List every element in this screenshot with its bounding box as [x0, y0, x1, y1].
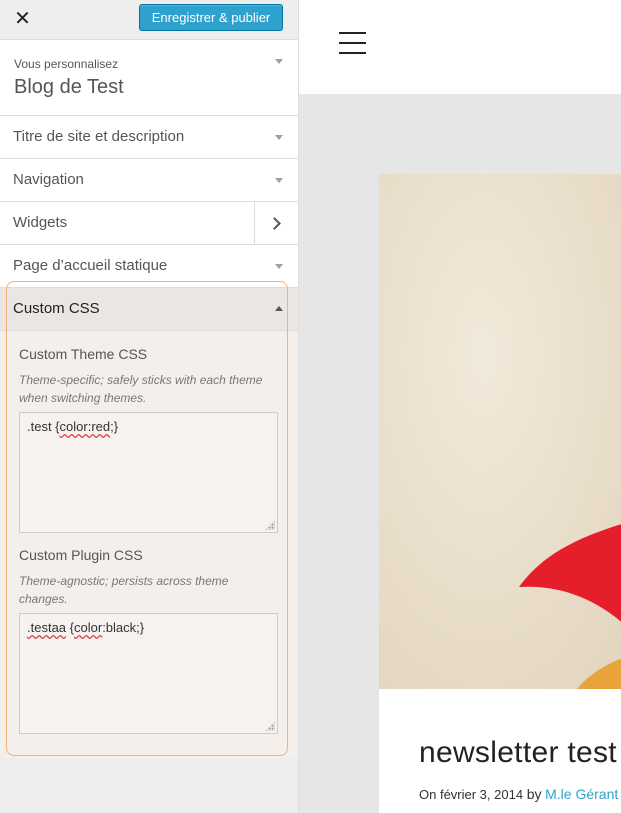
- theme-css-title: Custom Theme CSS: [19, 346, 148, 362]
- menu-icon[interactable]: [339, 32, 366, 56]
- close-icon[interactable]: ✕: [0, 0, 45, 36]
- site-preview: newsletter test On février 3, 2014 by M.…: [299, 0, 621, 813]
- chevron-up-icon: [275, 306, 283, 311]
- plugin-css-title: Custom Plugin CSS: [19, 547, 143, 563]
- post-card: newsletter test On février 3, 2014 by M.…: [379, 174, 621, 813]
- chevron-down-icon: [275, 264, 283, 269]
- save-publish-button[interactable]: Enregistrer & publier: [139, 4, 283, 31]
- widgets-open-button[interactable]: [254, 202, 298, 244]
- theme-css-text-end: ;}: [110, 419, 119, 434]
- featured-image: [379, 174, 621, 689]
- plugin-css-text-end: :black;}: [102, 620, 145, 635]
- plugin-css-text: {: [66, 620, 74, 635]
- resize-handle-icon[interactable]: [265, 721, 275, 731]
- site-info-panel[interactable]: Vous personnalisez Blog de Test: [0, 40, 298, 116]
- featured-image-art: [379, 174, 621, 689]
- spellcheck-underlined-text: .testaa: [27, 620, 67, 635]
- resize-handle-icon[interactable]: [265, 520, 275, 530]
- theme-css-textarea[interactable]: .test {color:red;}: [19, 412, 278, 533]
- section-custom-css[interactable]: Custom CSS: [0, 288, 298, 331]
- section-label: Widgets: [13, 214, 68, 231]
- section-label: Page d’accueil statique: [13, 257, 168, 274]
- chevron-down-icon: [275, 178, 283, 183]
- section-static-front-page[interactable]: Page d’accueil statique: [0, 245, 298, 288]
- preview-header: [299, 0, 621, 94]
- post-author-link[interactable]: M.le Gérant: [545, 786, 618, 802]
- custom-css-panel: Custom Theme CSS Theme-specific; safely …: [0, 331, 298, 757]
- plugin-css-description: Theme-agnostic; persists across theme ch…: [19, 574, 229, 606]
- plugin-css-textarea[interactable]: .testaa {color:black;}: [19, 613, 278, 734]
- section-label: Navigation: [13, 171, 84, 188]
- spellcheck-underlined-text: color: [74, 620, 103, 635]
- post-meta: On février 3, 2014 by M.le Gérant: [419, 786, 618, 802]
- section-site-title[interactable]: Titre de site et description: [0, 116, 298, 159]
- section-navigation[interactable]: Navigation: [0, 159, 298, 202]
- chevron-right-icon: [268, 216, 281, 230]
- customizer-header: ✕ Enregistrer & publier: [0, 0, 298, 40]
- theme-css-text: .test {: [27, 419, 60, 434]
- customizing-caption: Vous personnalisez: [14, 57, 119, 71]
- chevron-down-icon: [275, 135, 283, 140]
- post-by: by: [526, 786, 542, 802]
- section-label: Custom CSS: [13, 300, 100, 317]
- section-label: Titre de site et description: [13, 128, 185, 145]
- theme-css-description: Theme-specific; safely sticks with each …: [19, 373, 263, 405]
- post-title[interactable]: newsletter test: [419, 736, 617, 770]
- blog-name: Blog de Test: [14, 76, 124, 98]
- chevron-down-icon[interactable]: [275, 59, 283, 64]
- post-date: On février 3, 2014: [419, 787, 524, 802]
- section-widgets[interactable]: Widgets: [0, 202, 298, 245]
- customizer-sidebar: ✕ Enregistrer & publier Vous personnalis…: [0, 0, 299, 813]
- spellcheck-underlined-text: color:red: [59, 419, 111, 434]
